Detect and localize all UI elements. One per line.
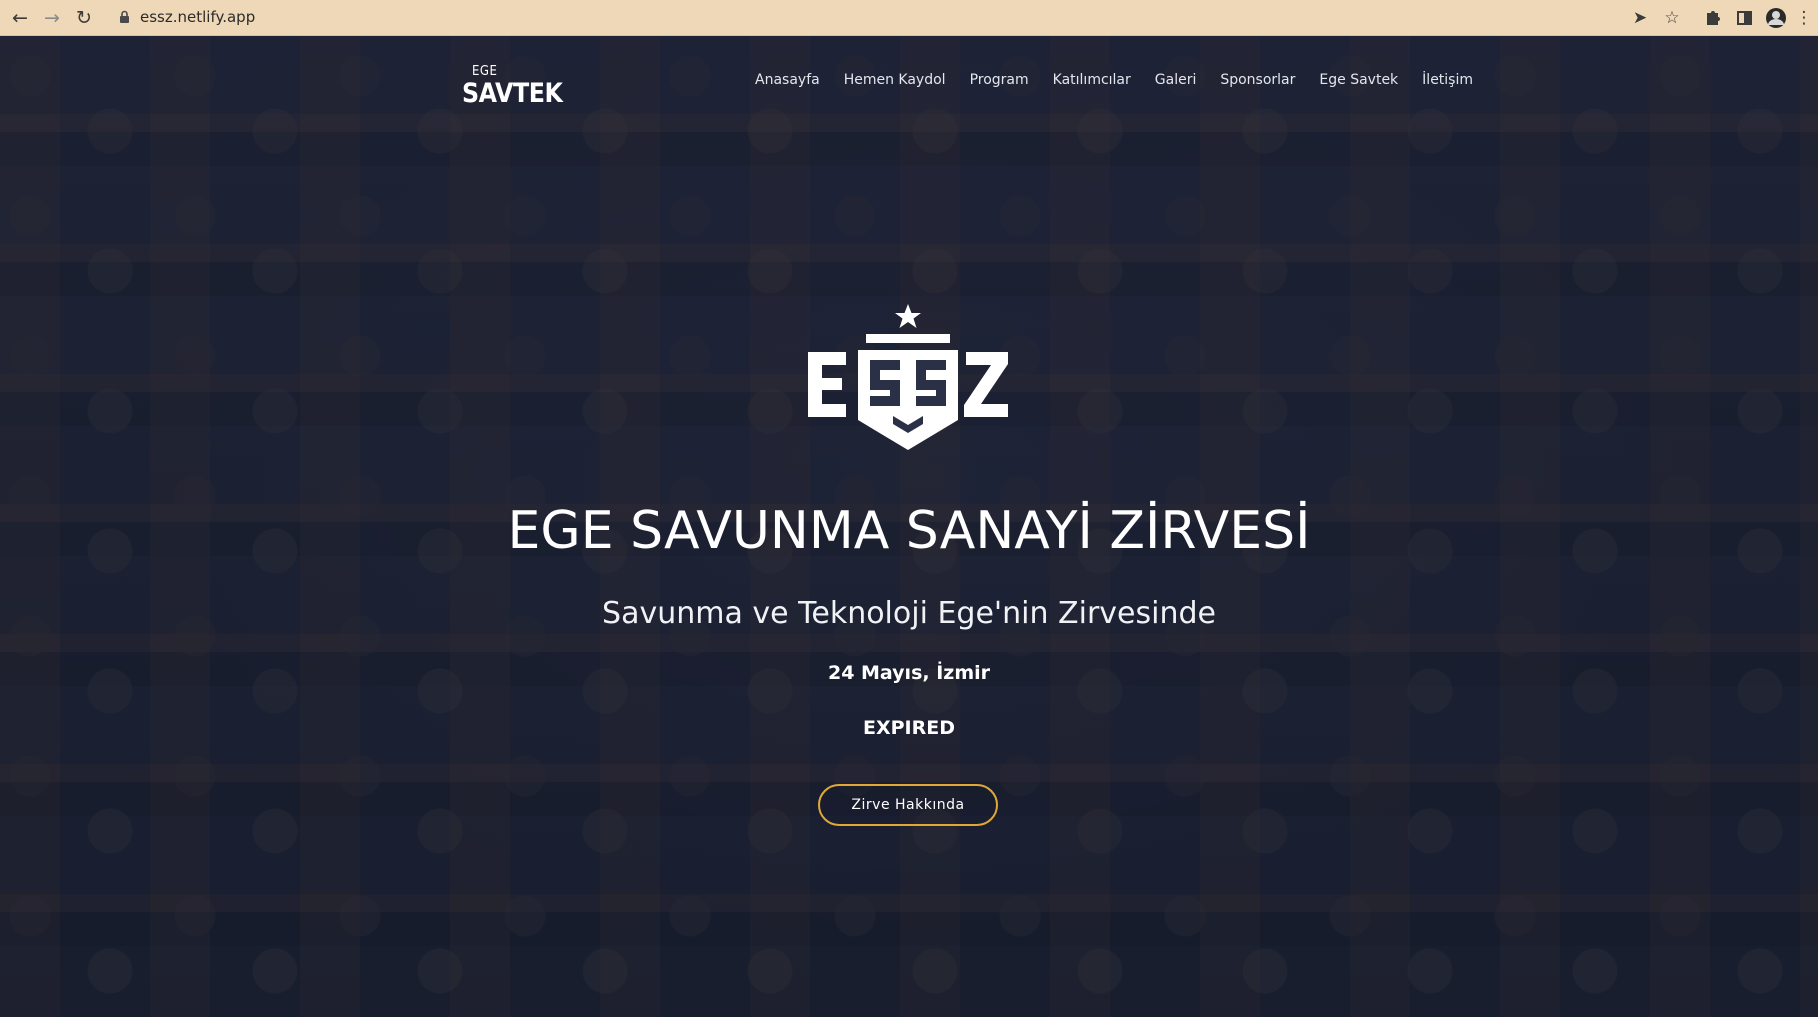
nav-item-program[interactable]: Program <box>970 72 1029 96</box>
main-nav: Anasayfa Hemen Kaydol Program Katılımcıl… <box>755 72 1497 96</box>
countdown-status: EXPIRED <box>862 717 955 739</box>
nav-item-hemen-kaydol[interactable]: Hemen Kaydol <box>844 72 946 96</box>
site-logo[interactable]: EGE SAVTEK <box>460 64 580 114</box>
address-bar-url[interactable]: essz.netlify.app <box>140 8 255 26</box>
hero-section: EGE SAVTEK Anasayfa Hemen Kaydol Program… <box>0 36 1818 1017</box>
nav-item-iletisim[interactable]: İletişim <box>1422 72 1473 96</box>
puzzle-icon[interactable] <box>1698 4 1726 32</box>
nav-item-sponsorlar[interactable]: Sponsorlar <box>1220 72 1295 96</box>
essz-emblem-logo <box>808 304 1008 450</box>
hero-title: EGE SAVUNMA SANAYİ ZİRVESİ <box>507 501 1311 561</box>
back-arrow-icon[interactable]: ← <box>6 4 34 32</box>
reload-icon[interactable]: ↻ <box>70 4 98 32</box>
send-tab-icon[interactable]: ➤ <box>1626 4 1654 32</box>
nav-item-galeri[interactable]: Galeri <box>1155 72 1197 96</box>
avatar[interactable] <box>1762 4 1790 32</box>
site-logo-small: EGE <box>472 64 498 79</box>
forward-arrow-icon[interactable]: → <box>38 4 66 32</box>
site-logo-main: SAVTEK <box>462 78 563 109</box>
about-summit-button[interactable]: Zirve Hakkında <box>818 784 998 826</box>
lock-icon[interactable] <box>119 10 130 24</box>
browser-toolbar: ← → ↻ essz.netlify.app ➤ ☆ ⋮ <box>0 0 1818 36</box>
kebab-menu-icon[interactable]: ⋮ <box>1794 4 1814 32</box>
side-panel-icon[interactable] <box>1730 4 1758 32</box>
star-icon[interactable]: ☆ <box>1658 4 1686 32</box>
nav-item-anasayfa[interactable]: Anasayfa <box>755 72 820 96</box>
nav-item-ege-savtek[interactable]: Ege Savtek <box>1319 72 1398 96</box>
event-date: 24 Mayıs, İzmir <box>827 662 991 684</box>
nav-item-katilimcilar[interactable]: Katılımcılar <box>1053 72 1131 96</box>
hero-subtitle: Savunma ve Teknoloji Ege'nin Zirvesinde <box>602 596 1216 631</box>
